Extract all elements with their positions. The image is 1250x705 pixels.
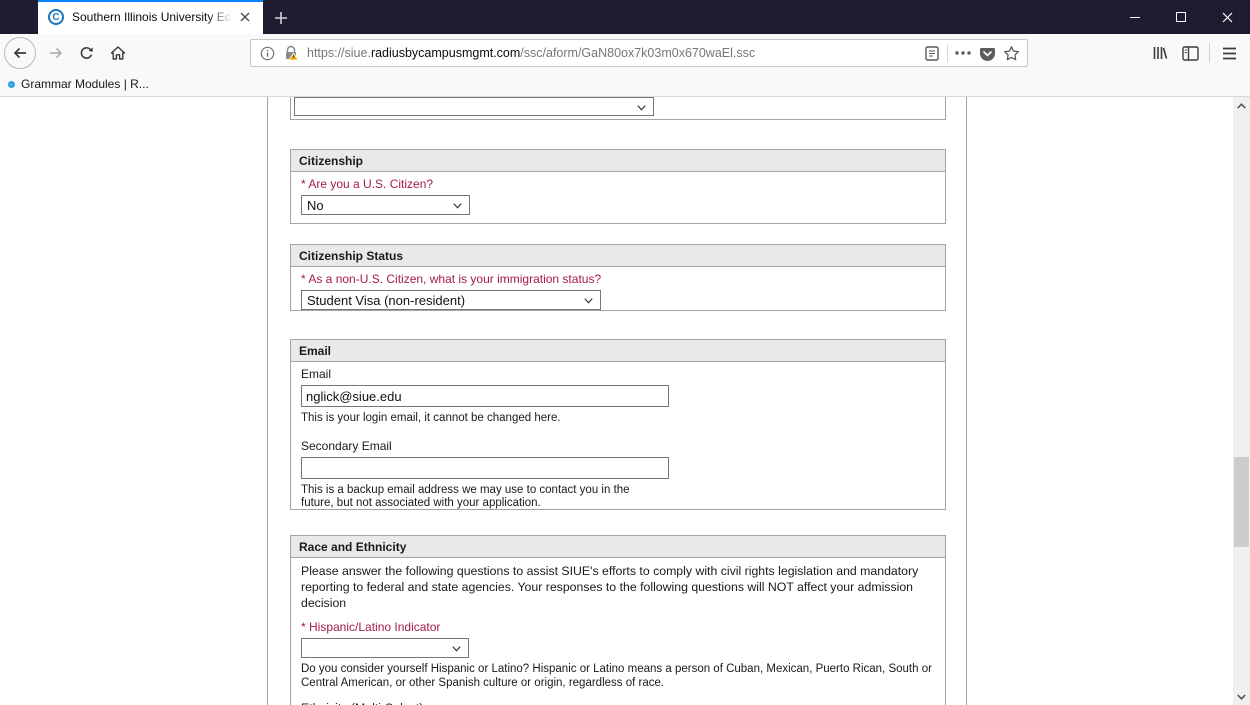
secondary-email-input[interactable] (301, 456, 669, 479)
minimize-button[interactable] (1112, 0, 1158, 34)
new-tab-button[interactable] (268, 5, 294, 31)
tab-close-icon[interactable] (235, 7, 255, 27)
url-scheme: https://siue. (307, 46, 371, 60)
favicon-letter: C (52, 11, 60, 23)
tab-bar: C Southern Illinois University Edw (0, 0, 1250, 34)
section-partial-top (290, 97, 946, 120)
race-ethnicity-intro-text: Please answer the following questions to… (301, 564, 919, 610)
email-help-text: This is your login email, it cannot be c… (301, 412, 561, 424)
urlbar-separator (947, 44, 948, 62)
partial-top-select[interactable] (294, 97, 654, 116)
bookmark-label: Grammar Modules | R... (21, 77, 149, 91)
hispanic-indicator-label: * Hispanic/Latino Indicator (301, 620, 441, 634)
hamburger-icon (1222, 47, 1236, 59)
hispanic-indicator-help-text: Do you consider yourself Hispanic or Lat… (301, 663, 932, 689)
reload-button[interactable] (70, 37, 102, 69)
section-header: Citizenship (291, 150, 945, 172)
immigration-status-question-label: * As a non-U.S. Citizen, what is your im… (301, 272, 602, 286)
sidebar-icon[interactable] (1175, 38, 1205, 68)
home-button[interactable] (102, 37, 134, 69)
site-info-icon[interactable] (255, 41, 279, 65)
reload-icon (80, 46, 93, 59)
back-button[interactable] (4, 37, 36, 69)
section-email: Email Email This is your login email, it… (290, 339, 946, 510)
bookmark-star-icon[interactable] (999, 41, 1023, 65)
reader-mode-icon[interactable] (920, 41, 944, 65)
page-content: Citizenship * Are you a U.S. Citizen? No… (0, 97, 1250, 705)
section-citizenship: Citizenship * Are you a U.S. Citizen? No (290, 149, 946, 224)
toolbar-separator (1209, 43, 1210, 63)
close-icon (1222, 12, 1232, 22)
ethnicity-label: Ethnicity (Multi-Select) (301, 701, 935, 705)
us-citizen-question-label: * Are you a U.S. Citizen? (301, 177, 434, 191)
content-right-border (966, 97, 967, 705)
email-input[interactable] (301, 385, 669, 407)
immigration-status-select[interactable]: Student Visa (non-resident) (301, 290, 601, 310)
email-label: Email (301, 367, 332, 381)
maximize-button[interactable] (1158, 0, 1204, 34)
menu-button[interactable] (1214, 38, 1244, 68)
select-value: No (307, 197, 324, 213)
home-icon (110, 46, 126, 60)
pocket-icon[interactable] (975, 41, 999, 65)
url-bar[interactable]: https://siue.radiusbycampusmgmt.com/ssc/… (250, 39, 1028, 67)
section-citizenship-status: Citizenship Status * As a non-U.S. Citiz… (290, 244, 946, 311)
scrollbar-thumb[interactable] (1234, 457, 1249, 547)
url-path: /ssc/aform/GaN80ox7k03m0x670waEl.ssc (520, 46, 756, 60)
section-header: Citizenship Status (291, 245, 945, 267)
browser-tab[interactable]: C Southern Illinois University Edw (38, 0, 263, 34)
bookmarks-bar: Grammar Modules | R... (0, 72, 1250, 97)
content-left-border (267, 97, 268, 705)
select-value: Student Visa (non-resident) (307, 292, 466, 308)
us-citizen-select[interactable]: No (301, 195, 470, 215)
chevron-down-icon (582, 294, 595, 310)
bookmark-item[interactable]: Grammar Modules | R... (8, 77, 149, 91)
chevron-down-icon (451, 199, 464, 215)
scroll-up-arrow-icon[interactable] (1233, 97, 1250, 114)
window-controls (1112, 0, 1250, 34)
section-header: Email (291, 340, 945, 362)
url-text[interactable]: https://siue.radiusbycampusmgmt.com/ssc/… (307, 46, 920, 60)
chevron-down-icon (635, 101, 648, 117)
vertical-scrollbar[interactable] (1233, 97, 1250, 705)
library-icon[interactable] (1145, 38, 1175, 68)
bookmark-favicon-icon (8, 80, 15, 88)
hispanic-indicator-select[interactable] (301, 638, 469, 658)
forward-button[interactable] (40, 37, 72, 69)
browser-window: C Southern Illinois University Edw https… (0, 0, 1250, 705)
chevron-down-icon (450, 642, 463, 658)
secondary-email-help-text: This is a backup email address we may us… (301, 483, 630, 510)
minimize-icon (1130, 16, 1140, 18)
maximize-icon (1176, 12, 1186, 22)
section-header: Race and Ethnicity (291, 536, 945, 558)
back-arrow-icon (13, 47, 26, 59)
toolbar-right-icons (1145, 37, 1250, 69)
navigation-toolbar: https://siue.radiusbycampusmgmt.com/ssc/… (0, 34, 1250, 72)
forward-arrow-icon (50, 47, 63, 59)
tab-title-fade (207, 2, 233, 34)
lock-warning-icon[interactable] (279, 41, 303, 65)
close-button[interactable] (1204, 0, 1250, 34)
page-actions-icon[interactable] (951, 41, 975, 65)
secondary-email-label: Secondary Email (301, 438, 392, 453)
site-favicon-icon: C (48, 9, 64, 25)
url-domain: radiusbycampusmgmt.com (370, 46, 521, 60)
section-race-ethnicity: Race and Ethnicity Please answer the fol… (290, 535, 946, 705)
scroll-down-arrow-icon[interactable] (1233, 688, 1250, 705)
